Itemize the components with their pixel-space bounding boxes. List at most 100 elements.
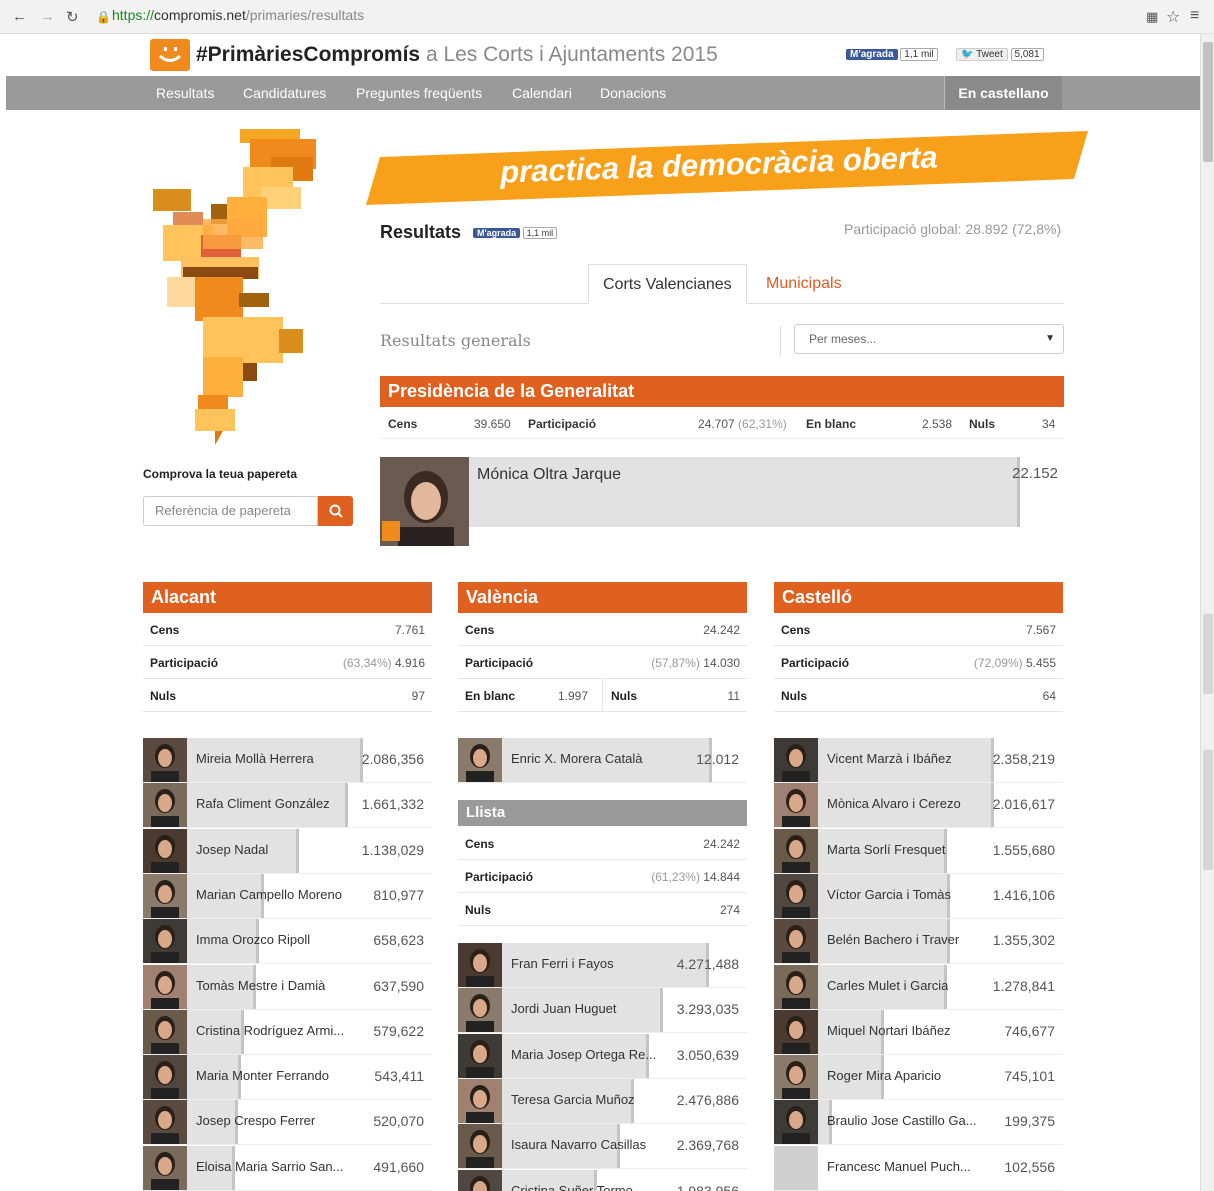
fb-like-button[interactable]: M'agrada [846,49,898,60]
site-header: #PrimàriesCompromís a Les Corts i Ajunta… [6,34,1200,76]
candidate-name: Fran Ferri i Fayos [511,956,614,971]
candidate-row[interactable]: Belén Bachero i Traver 1.355,302 [774,919,1063,965]
candidate-photo [143,1055,187,1100]
candidate-row[interactable]: Francesc Manuel Puch... 102,556 [774,1145,1063,1191]
candidate-photo [458,1078,502,1123]
candidate-photo [774,919,818,964]
scrollbar[interactable] [1200,34,1214,1191]
language-switch[interactable]: En castellano [944,76,1062,110]
cens-value: 39.650 [474,417,511,431]
candidate-row[interactable]: Teresa Garcia Muñoz 2.476,886 [458,1078,747,1124]
candidate-name: Cristina Rodríguez Armi... [196,1022,345,1038]
cens-label: Cens [388,417,418,431]
menu-item-resultats[interactable]: Resultats [156,85,214,101]
candidate-votes: 199,375 [1004,1113,1055,1130]
candidate-votes: 1.661,332 [361,796,424,813]
candidate-row[interactable]: Fran Ferri i Fayos 4.271,488 [458,943,747,988]
map-illustration [143,127,323,447]
tab-corts[interactable]: Corts Valencianes [588,264,747,304]
search-button[interactable] [318,496,353,526]
candidate-row[interactable]: Roger Mira Aparicio 745,101 [774,1055,1063,1101]
menu-item-calendari[interactable]: Calendari [512,85,572,101]
candidate-votes: 745,101 [1004,1068,1055,1085]
candidate-name: Enric X. Morera Català [511,751,643,766]
valencia-blanc-nuls: En blanc 1.997 Nuls 11 [458,679,747,712]
candidate-photo [774,1055,818,1100]
menu-item-preguntes[interactable]: Preguntes freqüents [356,85,482,101]
candidate-photo [143,919,187,964]
scrollbar-thumb[interactable] [1203,42,1213,162]
results-fb-like[interactable]: M'agrada 1,1 mil [473,226,558,241]
candidate-name: Imma Orozco Ripoll [196,932,311,948]
page: #PrimàriesCompromís a Les Corts i Ajunta… [6,34,1200,1191]
candidate-row[interactable]: Víctor Garcia i Tomàs 1.416,106 [774,873,1063,919]
candidate-name: Josep Nadal [196,841,269,857]
llista-header: Llista [458,800,747,826]
candidate-row[interactable]: Enric X. Morera Català 12.012 [458,738,747,783]
candidate-row[interactable]: Maria Josep Ortega Re... 3.050,639 [458,1033,747,1079]
candidate-name: Marian Campello Moreno [196,886,342,902]
candidate-row[interactable]: Josep Nadal 1.138,029 [143,828,432,874]
candidate-row[interactable]: Josep Crespo Ferrer 520,070 [143,1100,432,1146]
star-icon[interactable]: ☆ [1166,7,1180,27]
candidate-row[interactable]: Cristina Rodríguez Armi... 579,622 [143,1009,432,1055]
candidate-photo [143,873,187,918]
back-icon[interactable]: ← [12,8,27,25]
castello-header: Castelló [774,582,1063,613]
candidate-row[interactable]: Marta Sorlí Fresquet 1.555,680 [774,828,1063,874]
menu-item-donacions[interactable]: Donacions [600,85,666,101]
presidencia-candidate[interactable]: Mónica Oltra Jarque 22.152 [380,457,1064,547]
tweet-button[interactable]: 🐦 Tweet [956,48,1008,61]
candidate-row[interactable]: Marian Campello Moreno 810,977 [143,873,432,919]
valencia-header: València [458,582,747,613]
candidate-photo [774,873,818,918]
blanc-label: En blanc [806,417,857,431]
candidate-row[interactable]: Tomàs Mestre i Damià 637,590 [143,964,432,1010]
general-results-label: Resultats generals [380,331,531,350]
caret-down-icon: ▼ [1045,333,1055,344]
candidate-row[interactable]: Braulio Jose Castillo Ga... 199,375 [774,1100,1063,1146]
candidate-row[interactable]: Isaura Navarro Casillas 2.369,768 [458,1124,747,1170]
candidate-row[interactable]: Carles Mulet i Garcia 1.278,841 [774,964,1063,1010]
llista-nuls: Nuls 274 [458,893,747,926]
candidate-row[interactable]: Cristina Suñer Tormo 1.983,956 [458,1169,747,1191]
candidate-photo [774,828,818,873]
candidate-votes: 491,660 [373,1158,424,1175]
candidate-name: Isaura Navarro Casillas [511,1137,647,1153]
tweet[interactable]: 🐦 Tweet 5,081 [956,47,1044,63]
valencia-cens: Cens 24.242 [458,613,747,646]
menu-item-candidatures[interactable]: Candidatures [243,85,326,101]
candidate-photo [143,1009,187,1054]
candidate-row[interactable]: Imma Orozco Ripoll 658,623 [143,919,432,965]
fb-like[interactable]: M'agrada 1,1 mil [846,47,938,63]
results-fb-like-button[interactable]: M'agrada [473,228,521,238]
compromis-logo[interactable] [150,39,190,71]
translate-icon[interactable]: ▦ [1146,9,1158,25]
castello-cens: Cens 7.567 [774,613,1063,646]
candidate-name: Josep Crespo Ferrer [196,1113,316,1129]
candidate-row[interactable]: Maria Monter Ferrando 543,411 [143,1055,432,1101]
tab-municipals[interactable]: Municipals [752,264,856,304]
reload-icon[interactable]: ↻ [66,8,79,26]
candidate-row[interactable]: Miquel Nortari Ibáñez 746,677 [774,1009,1063,1055]
candidate-row[interactable]: Rafa Climent González 1.661,332 [143,783,432,829]
candidate-photo [143,828,187,873]
candidate-row[interactable]: Eloisa Maria Sarrio San... 491,660 [143,1145,432,1191]
menu-icon[interactable]: ≡ [1190,7,1199,25]
forward-icon[interactable]: → [40,8,55,25]
candidate-votes: 579,622 [373,1022,424,1039]
ballot-reference-input[interactable]: Referència de papereta [143,496,318,526]
candidate-photo [143,783,187,828]
candidate-row[interactable]: Jordi Juan Huguet 3.293,035 [458,988,747,1034]
address-bar[interactable]: https://compromis.net/primaries/resultat… [112,7,364,23]
blanc-value: 2.538 [922,417,953,431]
results-fb-count: 1,1 mil [522,227,558,239]
candidate-votes: 1.983,956 [676,1182,739,1191]
candidate-row[interactable]: Mònica Alvaro i Cerezo 2.016,617 [774,783,1063,829]
period-select[interactable]: Per meses... ▼ [794,324,1064,354]
candidate-row[interactable]: Vicent Marzà i Ibáñez 2.358,219 [774,738,1063,783]
candidate-votes: 1.416,106 [992,886,1055,903]
url-path: /primaries/resultats [245,7,365,23]
candidate-votes: 12.012 [696,751,739,767]
candidate-row[interactable]: Mireia Mollà Herrera 2.086,356 [143,738,432,783]
